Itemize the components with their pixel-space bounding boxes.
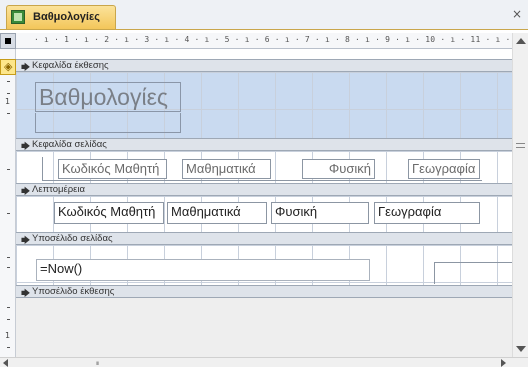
ruler-tick: [7, 113, 10, 114]
page-footer-bar[interactable]: 🡆 Υποσέλιδο σελίδας: [16, 232, 512, 246]
scroll-right-icon[interactable]: [501, 359, 506, 367]
report-header-label: Κεφαλίδα έκθεσης: [32, 60, 109, 71]
geography-label[interactable]: Γεωγραφία: [408, 159, 480, 179]
report-icon: [11, 10, 25, 24]
scroll-down-icon[interactable]: [516, 346, 526, 352]
vertical-scrollbar[interactable]: [512, 33, 528, 357]
date-textbox[interactable]: =Now(): [36, 259, 370, 281]
ruler-tick: [7, 81, 10, 82]
divider-line: [42, 180, 482, 181]
ruler-number: 1: [5, 331, 11, 340]
tab-underline: [0, 29, 528, 30]
vertical-ruler[interactable]: 1 1: [0, 49, 16, 357]
scroll-left-icon[interactable]: [3, 359, 8, 367]
detail-bar[interactable]: 🡆 Λεπτομέρεια: [16, 183, 512, 197]
section-selector-icon[interactable]: ◈: [0, 59, 16, 75]
scroll-grip-icon[interactable]: ııı: [96, 360, 99, 367]
close-icon[interactable]: ×: [512, 7, 522, 21]
horizontal-scrollbar[interactable]: ııı: [0, 357, 528, 367]
report-title-label[interactable]: Βαθμολογίες: [35, 82, 181, 112]
scroll-up-icon[interactable]: [516, 38, 526, 44]
student-code-label[interactable]: Κωδικός Μαθητή: [58, 159, 167, 179]
physics-field[interactable]: Φυσική: [271, 202, 369, 224]
ruler-tick: [7, 169, 10, 170]
page-header-bar[interactable]: 🡆 Κεφαλίδα σελίδας: [16, 138, 512, 152]
report-tab[interactable]: Βαθμολογίες: [6, 5, 116, 29]
ruler-labels: · ı · 1 · ı · 2 · ı · 3 · ı · 4 · ı · 5 …: [34, 35, 512, 44]
student-code-field[interactable]: Κωδικός Μαθητή: [54, 202, 164, 224]
report-title-frame: [35, 113, 181, 133]
math-label[interactable]: Μαθηματικά: [182, 159, 271, 179]
report-header-bar[interactable]: 🡆 Κεφαλίδα έκθεσης: [16, 59, 512, 73]
horizontal-ruler[interactable]: · ı · 1 · ı · 2 · ı · 3 · ı · 4 · ı · 5 …: [16, 33, 512, 49]
ruler-tick: [7, 319, 10, 320]
ruler-tick: [7, 257, 10, 258]
split-handle-icon[interactable]: [516, 143, 525, 148]
divider-line: [42, 157, 43, 181]
page-header-label: Κεφαλίδα σελίδας: [32, 139, 107, 150]
report-footer-label: Υποσέλιδο έκθεσης: [32, 286, 115, 297]
divider-line: [434, 262, 435, 284]
physics-label[interactable]: Φυσική: [302, 159, 375, 179]
geography-field[interactable]: Γεωγραφία: [374, 202, 480, 224]
math-field[interactable]: Μαθηματικά: [167, 202, 267, 224]
report-tab-title: Βαθμολογίες: [33, 11, 100, 23]
report-selector-button[interactable]: [0, 33, 16, 49]
divider-line: [434, 262, 512, 263]
page-footer-label: Υποσέλιδο σελίδας: [32, 233, 113, 244]
ruler-tick: [7, 93, 10, 94]
document-tab-bar: Βαθμολογίες ×: [0, 0, 528, 30]
ruler-tick: [7, 213, 10, 214]
report-footer-bar[interactable]: 🡆 Υποσέλιδο έκθεσης: [16, 285, 512, 299]
detail-label: Λεπτομέρεια: [32, 184, 85, 195]
ruler-tick: [7, 307, 10, 308]
report-design-surface[interactable]: 🡆 Κεφαλίδα έκθεσης Βαθμολογίες 🡆 Κεφαλίδ…: [16, 49, 512, 357]
ruler-tick: [7, 347, 10, 348]
ruler-tick: [7, 267, 10, 268]
report-footer-area[interactable]: [16, 298, 512, 357]
ruler-number: 1: [5, 97, 11, 106]
